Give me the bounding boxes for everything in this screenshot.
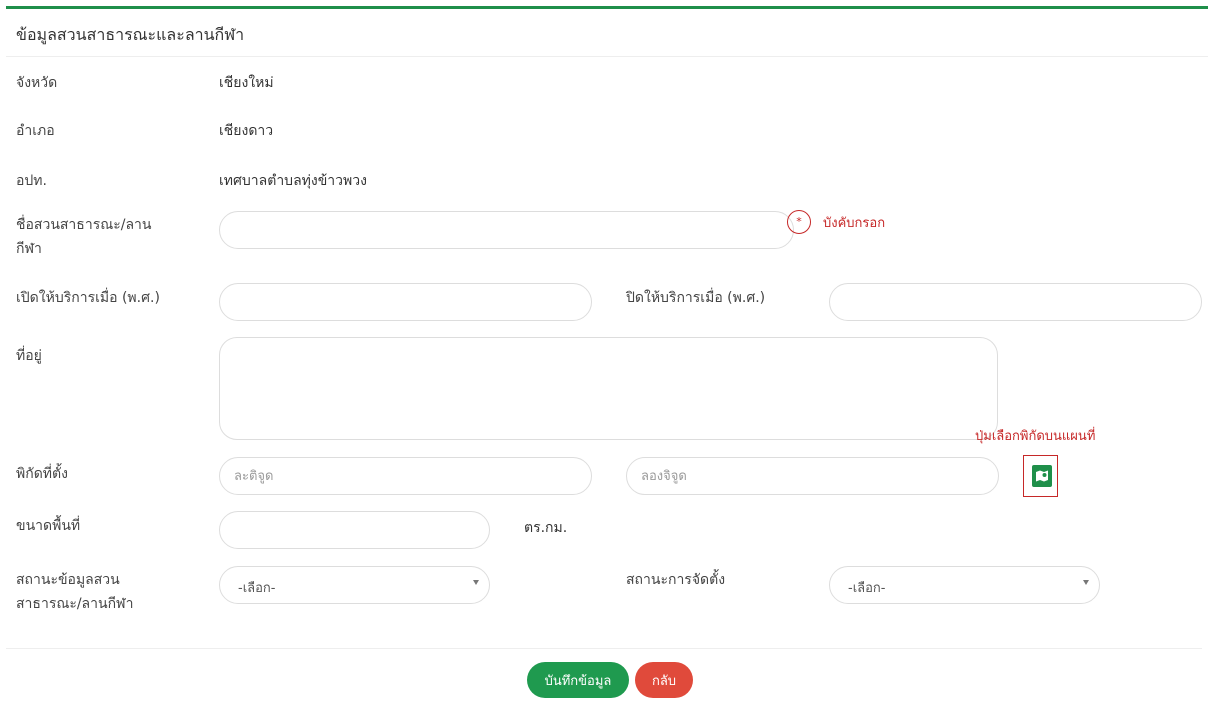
establish-status-select[interactable]: -เลือก-	[829, 566, 1100, 604]
park-name-label-line1: ชื่อสวนสาธารณะ/ลาน	[16, 217, 152, 233]
page-title: ข้อมูลสวนสาธารณะและลานกีฬา	[16, 25, 245, 44]
data-status-selected: -เลือก-	[238, 581, 276, 596]
district-label: อำเภอ	[16, 123, 55, 139]
open-year-input[interactable]	[219, 283, 592, 321]
lao-value: เทศบาลตำบลทุ่งข้าวพวง	[219, 173, 367, 189]
province-label: จังหวัด	[16, 75, 58, 91]
data-status-select[interactable]: -เลือก-	[219, 566, 490, 604]
close-year-label: ปิดให้บริการเมื่อ (พ.ศ.)	[626, 290, 766, 306]
establish-status-selected: -เลือก-	[848, 581, 886, 596]
longitude-input[interactable]	[626, 457, 999, 495]
required-icon: *	[787, 210, 811, 234]
data-status-label-line1: สถานะข้อมูลสวน	[16, 572, 120, 588]
address-label: ที่อยู่	[16, 348, 42, 364]
close-year-input[interactable]	[829, 283, 1202, 321]
coordinates-label: พิกัดที่ตั้ง	[16, 466, 68, 482]
area-label: ขนาดพื้นที่	[16, 518, 81, 534]
chevron-down-icon	[473, 580, 479, 585]
map-picker-button[interactable]	[1032, 465, 1052, 487]
latitude-input[interactable]	[219, 457, 592, 495]
save-button[interactable]: บันทึกข้อมูล	[527, 662, 629, 698]
data-status-label-line2: สาธารณะ/ลานกีฬา	[16, 596, 134, 612]
area-unit: ตร.กม.	[524, 520, 568, 536]
footer-divider	[6, 648, 1202, 649]
province-value: เชียงใหม่	[219, 75, 274, 91]
park-name-label-line2: กีฬา	[16, 241, 42, 257]
open-year-label: เปิดให้บริการเมื่อ (พ.ศ.)	[16, 290, 160, 306]
park-name-input[interactable]	[219, 211, 794, 249]
card-header: ข้อมูลสวนสาธารณะและลานกีฬา	[6, 9, 1208, 57]
lao-label: อปท.	[16, 173, 47, 189]
map-icon	[1036, 470, 1048, 482]
map-hint-text: ปุ่มเลือกพิกัดบนแผนที่	[975, 429, 1096, 444]
establish-status-label: สถานะการจัดตั้ง	[626, 572, 726, 588]
chevron-down-icon	[1083, 580, 1089, 585]
address-textarea[interactable]	[219, 337, 998, 440]
area-input[interactable]	[219, 511, 490, 549]
district-value: เชียงดาว	[219, 123, 274, 139]
back-button[interactable]: กลับ	[635, 662, 693, 698]
required-text: บังคับกรอก	[823, 216, 886, 231]
